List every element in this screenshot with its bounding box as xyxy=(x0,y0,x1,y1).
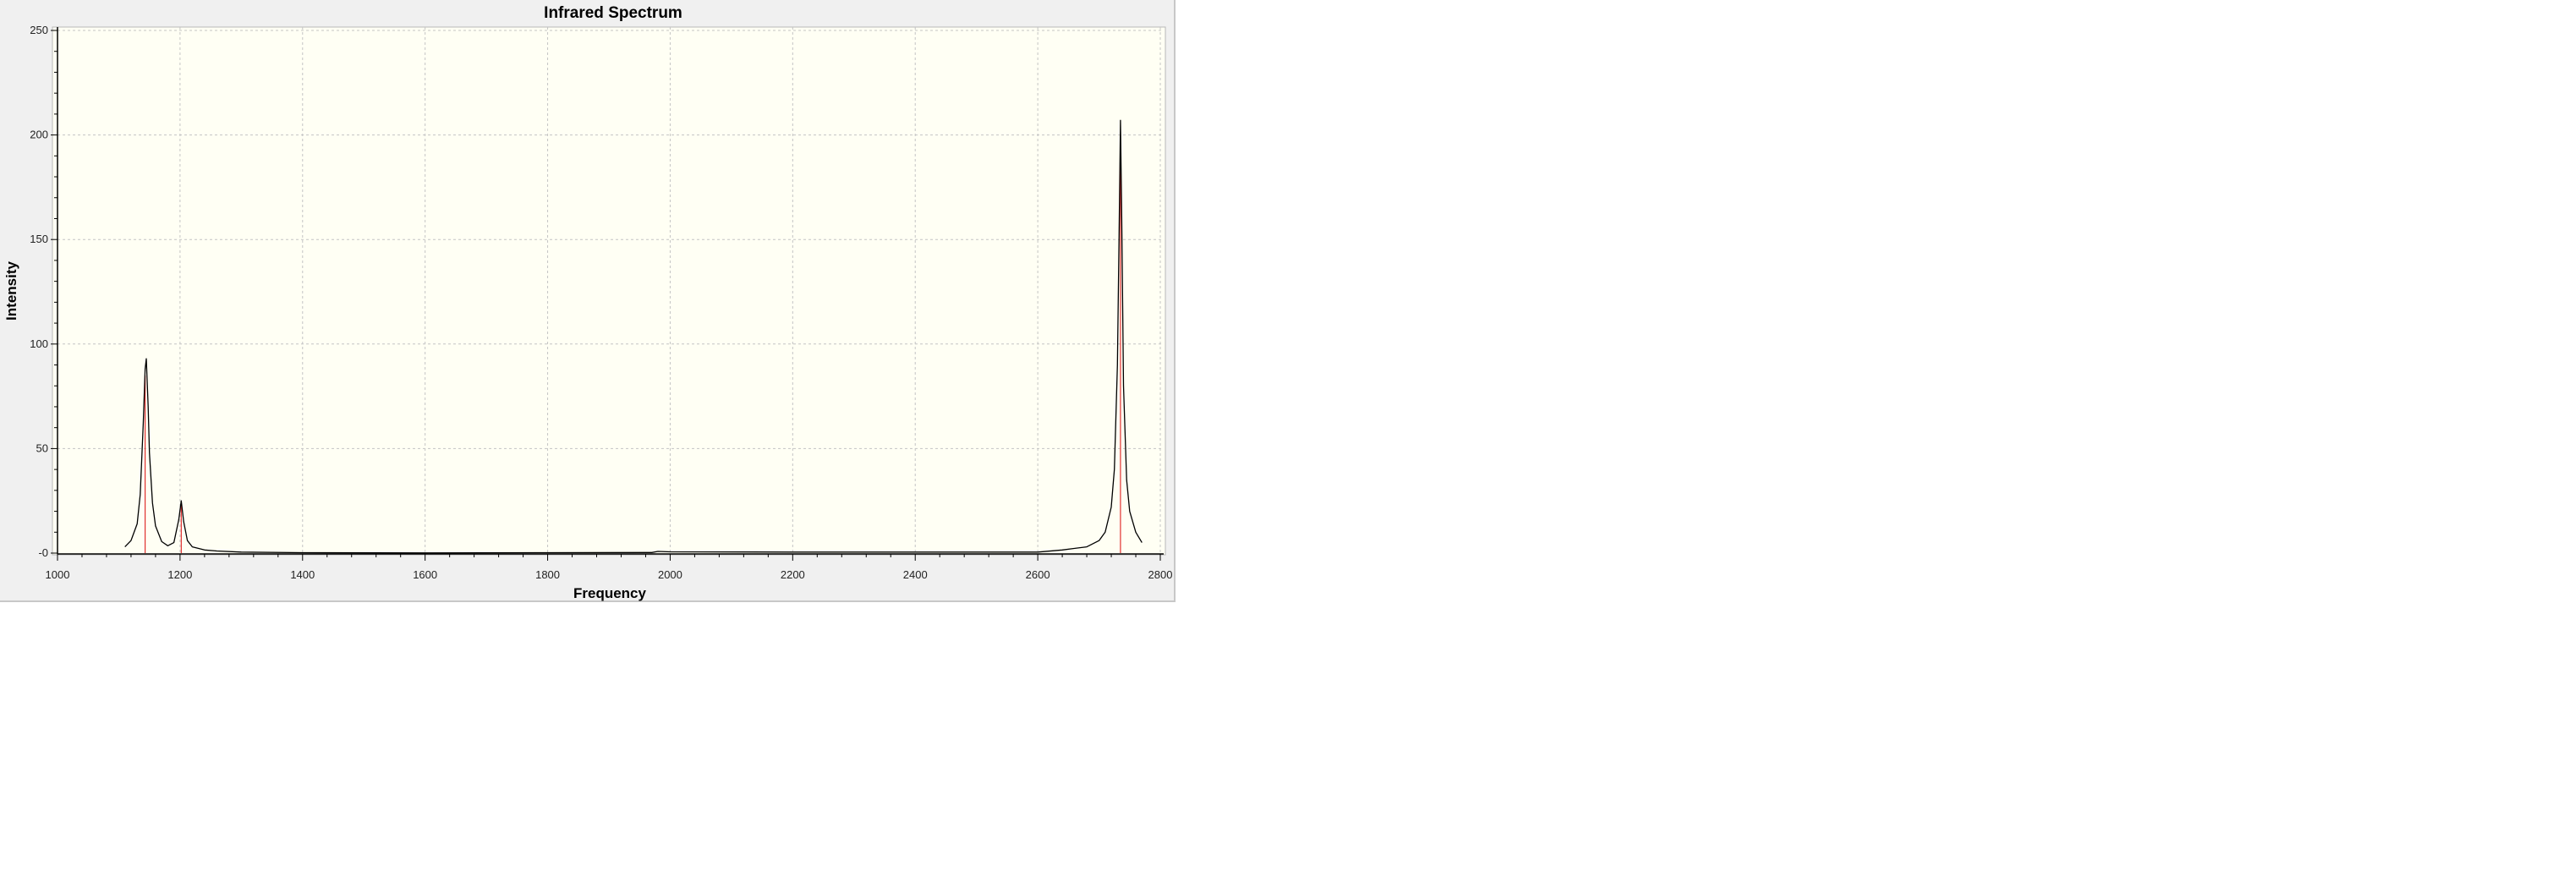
spectrum-chart: Infrared Spectrum 1000 1200 1400 1600 1800 20… xyxy=(3,4,1173,601)
spectrum-chart-window: Infrared Spectrum 1000 1200 1400 1600 1800 20… xyxy=(0,0,1176,602)
x-tick-label: 1600 xyxy=(413,568,437,581)
y-tick-label: 200 xyxy=(30,129,48,141)
y-tick-label: 150 xyxy=(30,233,48,245)
x-tick-label: 2400 xyxy=(903,568,928,581)
x-tick-label: 1200 xyxy=(167,568,192,581)
x-tick-label: 2000 xyxy=(658,568,682,581)
x-tick-label: 1800 xyxy=(535,568,560,581)
y-tick-label: 50 xyxy=(36,441,48,454)
x-tick-label: 1400 xyxy=(290,568,315,581)
plot-area xyxy=(52,26,1166,556)
chart-title: Infrared Spectrum xyxy=(544,4,682,22)
y-tick-label: 100 xyxy=(30,337,48,350)
y-axis-title: Intensity xyxy=(3,261,19,321)
y-tick-label: -0 xyxy=(38,546,48,559)
x-axis-title: Frequency xyxy=(573,585,647,601)
y-tick-label: 250 xyxy=(30,24,48,36)
x-tick-label: 2200 xyxy=(781,568,805,581)
x-tick-label: 2600 xyxy=(1026,568,1050,581)
x-tick-label: 2800 xyxy=(1148,568,1173,581)
x-tick-label: 1000 xyxy=(46,568,70,581)
